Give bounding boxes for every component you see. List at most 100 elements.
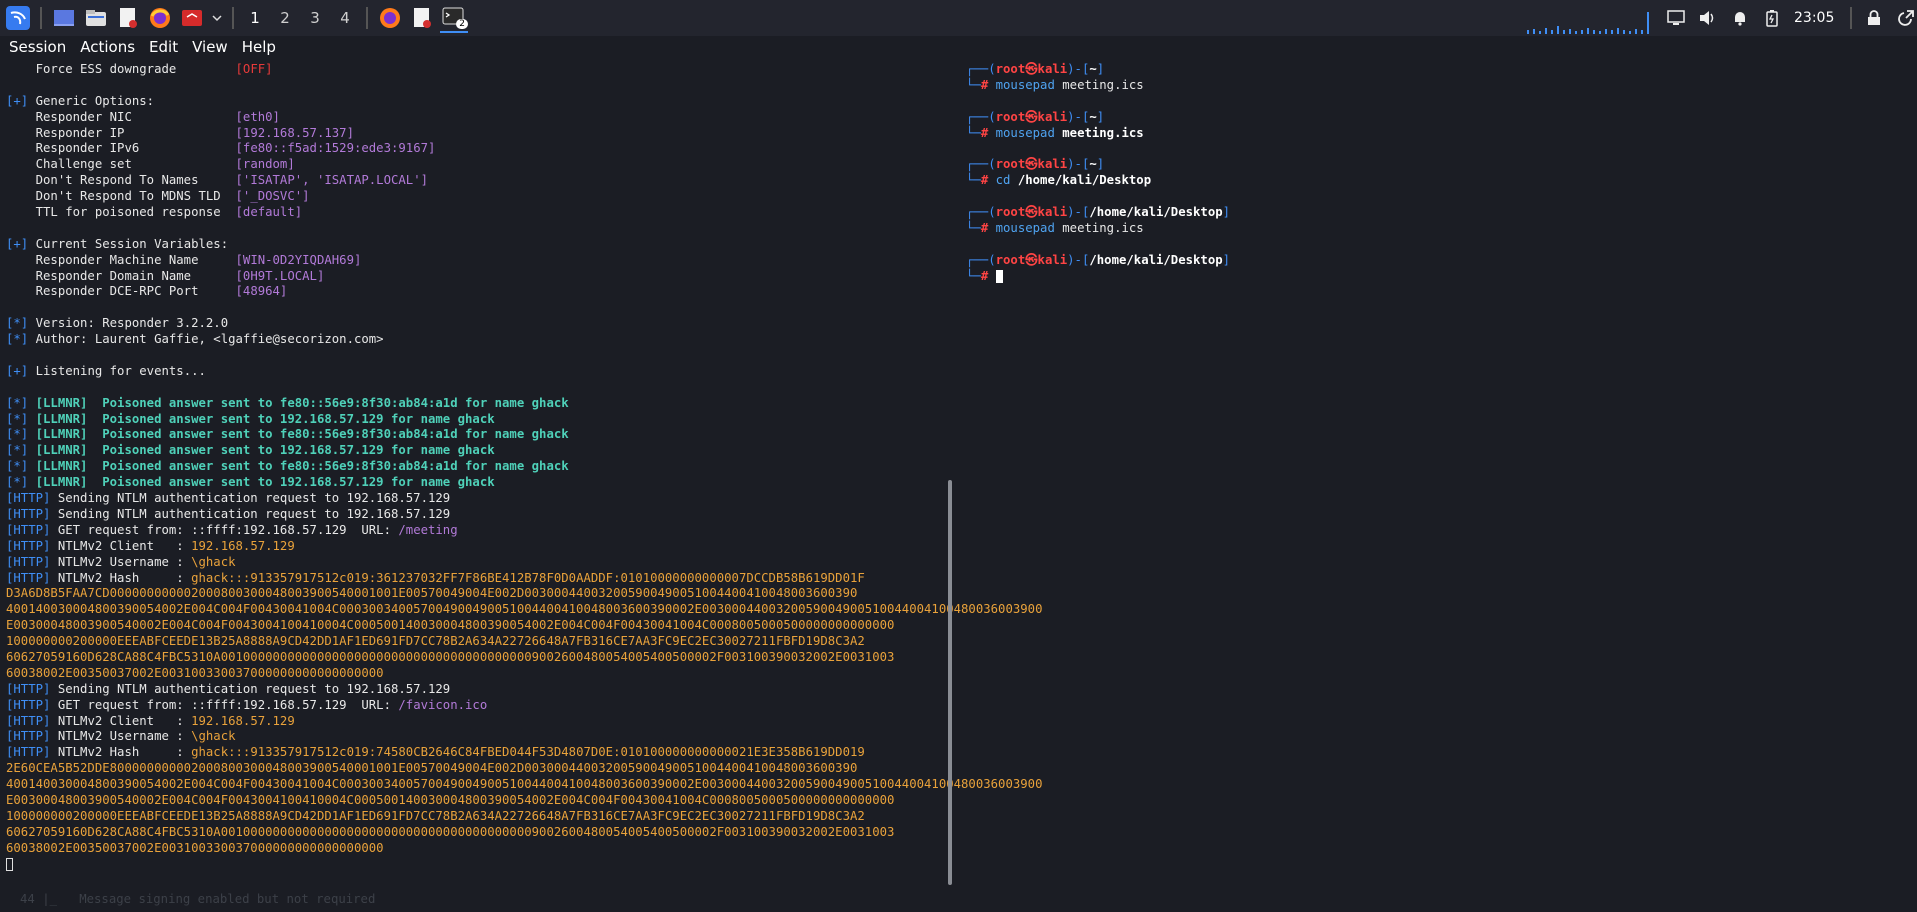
top-panel: 1 2 3 4 2 23:05 — [0, 0, 1917, 36]
command-name: mousepad — [995, 220, 1055, 235]
menu-view[interactable]: View — [192, 38, 228, 56]
terminal-text: ghack:::913357917512c019:74580CB2646C84F… — [191, 745, 865, 760]
terminal-text: [+] — [6, 236, 29, 251]
terminal-text: [LLMNR] Poisoned answer sent to fe80::56… — [28, 427, 569, 442]
workspace-4[interactable]: 4 — [330, 9, 360, 27]
editor-task-icon[interactable] — [408, 4, 436, 32]
terminal-text: Responder Domain Name — [6, 268, 236, 283]
kali-menu-icon[interactable] — [4, 4, 32, 32]
terminal-text: ['_DOSVC'] — [235, 189, 310, 204]
app-icon-red[interactable] — [178, 4, 206, 32]
menu-actions[interactable]: Actions — [80, 38, 135, 56]
terminal-text: Sending NTLM authentication request to 1… — [50, 491, 451, 506]
terminal-line: [HTTP] GET request from: ::ffff:192.168.… — [6, 698, 946, 714]
command-arg: /home/kali/Desktop — [1017, 173, 1152, 188]
terminal-text: [LLMNR] Poisoned answer sent to fe80::56… — [28, 395, 569, 410]
terminal-line: 60627059160D628CA88C4FBC5310A00100000000… — [6, 650, 946, 666]
terminal-text: [192.168.57.137] — [235, 125, 354, 140]
terminal-text: \ghack — [191, 729, 236, 744]
terminal-line: [+] Current Session Variables: — [6, 237, 946, 253]
file-manager-icon[interactable] — [82, 4, 110, 32]
terminal-line: [*] Author: Laurent Gaffie, <lgaffie@sec… — [6, 332, 946, 348]
command-arg: meeting.ics — [1062, 220, 1144, 235]
terminal-line: [+] Listening for events... — [6, 364, 946, 380]
terminal-text: 2E60CEA5B52DDE80000000000200080030004800… — [6, 761, 858, 776]
terminal-text: /meeting — [398, 522, 458, 537]
prompt-user: root㉿kali — [995, 62, 1068, 76]
command-line: └─# mousepad meeting.ics — [966, 125, 1144, 140]
notification-bell-icon[interactable] — [1726, 4, 1754, 32]
terminal-text: [0H9T.LOCAL] — [235, 268, 325, 283]
terminal-text: NTLMv2 Client : — [50, 538, 192, 553]
show-desktop-icon[interactable] — [50, 4, 78, 32]
terminal-line: [*] [LLMNR] Poisoned answer sent to fe80… — [6, 396, 946, 412]
left-terminal-pane[interactable]: Force ESS downgrade [OFF] [+] Generic Op… — [6, 62, 1042, 872]
terminal-line: [HTTP] NTLMv2 Username : \ghack — [6, 555, 946, 571]
terminal-text: [+] — [6, 93, 29, 108]
menu-edit[interactable]: Edit — [149, 38, 178, 56]
chevron-down-icon[interactable] — [210, 4, 224, 32]
terminal-text: [LLMNR] Poisoned answer sent to 192.168.… — [28, 475, 495, 490]
terminal-line: 2E60CEA5B52DDE80000000000200080030004800… — [6, 761, 946, 777]
firefox-icon[interactable] — [146, 4, 174, 32]
background-ghost-text: 44 |_ Message signing enabled but not re… — [20, 892, 376, 906]
right-terminal-pane[interactable]: ┌──(root㉿kali)-[~] └─# mousepad meeting.i… — [966, 62, 1906, 284]
terminal-line: [HTTP] NTLMv2 Client : 192.168.57.129 — [6, 714, 946, 730]
terminal-text: [*] — [6, 332, 29, 347]
command-name: cd — [995, 173, 1011, 188]
terminal-text: Current Session Variables: — [28, 236, 229, 251]
terminal-text: 400140030004800390054002E004C004F0043004… — [6, 602, 1043, 617]
terminal-text: [+] — [6, 363, 29, 378]
terminal-line: 100000000200000EEEABFCEEDE13B25A8888A9CD… — [6, 634, 946, 650]
terminal-text: NTLMv2 Hash : — [50, 745, 192, 760]
prompt-path: /home/kali/Desktop — [1089, 205, 1223, 220]
terminal-text: Challenge set — [6, 157, 236, 172]
clock[interactable]: 23:05 — [1794, 10, 1834, 26]
command-arg: meeting.ics — [1062, 77, 1144, 92]
firefox-task-icon[interactable] — [376, 4, 404, 32]
workspace-1[interactable]: 1 — [240, 9, 270, 27]
terminal-line: Responder IPv6 [fe80::f5ad:1529:ede3:916… — [6, 141, 946, 157]
battery-icon[interactable] — [1758, 4, 1786, 32]
volume-icon[interactable] — [1694, 4, 1722, 32]
prompt-user: root㉿kali — [995, 157, 1068, 172]
terminal-text: D3A6D8B5FAA7CD00000000000200080030004800… — [6, 586, 858, 601]
terminal-text: [HTTP] — [6, 681, 51, 696]
terminal-text: [HTTP] — [6, 554, 51, 569]
prompt-line: ┌──(root㉿kali)-[/home/kali/Desktop] — [966, 205, 1231, 220]
terminal-text: Don't Respond To MDNS TLD — [6, 189, 236, 204]
prompt-line: ┌──(root㉿kali)-[~] — [966, 62, 1105, 76]
workspace-3[interactable]: 3 — [300, 9, 330, 27]
menu-help[interactable]: Help — [242, 38, 276, 56]
terminal-line: [HTTP] Sending NTLM authentication reque… — [6, 507, 946, 523]
text-editor-icon[interactable] — [114, 4, 142, 32]
panel-separator — [366, 7, 368, 29]
left-scrollbar[interactable] — [948, 480, 952, 885]
terminal-text: [HTTP] — [6, 538, 51, 553]
terminal-line: [HTTP] GET request from: ::ffff:192.168.… — [6, 523, 946, 539]
terminal-text: [*] — [6, 316, 29, 331]
terminal-text: 60038002E00350037002E0031003300370000000… — [6, 840, 384, 855]
terminal-text: NTLMv2 Client : — [50, 713, 192, 728]
logout-icon[interactable] — [1892, 4, 1917, 32]
command-name: mousepad — [995, 125, 1055, 140]
terminal-text: Sending NTLM authentication request to 1… — [50, 506, 451, 521]
terminal-text: 192.168.57.129 — [191, 713, 295, 728]
terminal-text: Responder IPv6 — [6, 141, 236, 156]
terminal-line: 400140030004800390054002E004C004F0043004… — [6, 602, 1042, 618]
terminal-text: [HTTP] — [6, 491, 51, 506]
workspace-2[interactable]: 2 — [270, 9, 300, 27]
display-icon[interactable] — [1662, 4, 1690, 32]
terminal-line: [HTTP] Sending NTLM authentication reque… — [6, 682, 946, 698]
terminal-task-icon[interactable]: 2 — [440, 3, 468, 33]
menu-session[interactable]: Session — [9, 38, 66, 56]
terminal-text: Responder IP — [6, 125, 236, 140]
terminal-line: D3A6D8B5FAA7CD00000000000200080030004800… — [6, 586, 946, 602]
terminal-text: TTL for poisoned response — [6, 205, 236, 220]
terminal-count-badge: 2 — [456, 19, 468, 29]
lock-icon[interactable] — [1860, 4, 1888, 32]
